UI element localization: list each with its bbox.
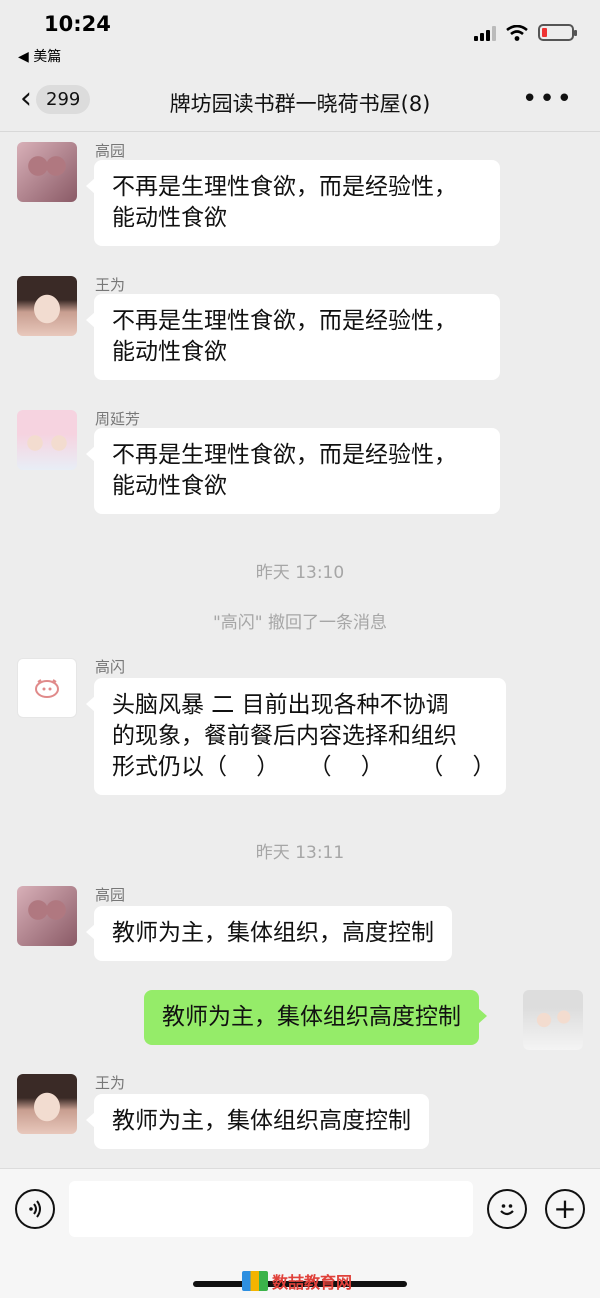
chat-title: 牌坊园读书群一晓荷书屋(8) xyxy=(169,92,431,116)
input-bar: + 数喆教育网 xyxy=(0,1168,600,1298)
avatar[interactable] xyxy=(17,276,77,336)
timestamp: 昨天 13:11 xyxy=(255,843,345,863)
timestamp: 昨天 13:10 xyxy=(255,563,345,583)
message-text: 教师为主，集体组织高度控制 xyxy=(112,1108,411,1134)
message-bubble[interactable]: 教师为主，集体组织，高度控制 xyxy=(86,906,452,961)
status-bar: 10:24 ◀ 美篇 xyxy=(0,0,600,70)
plus-icon: + xyxy=(553,1192,577,1225)
emoji-icon xyxy=(500,1204,514,1216)
message-text: 不再是生理性食欲，而是经验性， xyxy=(112,442,457,468)
avatar[interactable] xyxy=(17,658,77,718)
wifi-icon xyxy=(506,24,528,41)
avatar[interactable] xyxy=(17,142,77,202)
signal-icon xyxy=(474,25,496,41)
status-icons xyxy=(474,24,577,41)
avatar[interactable] xyxy=(17,1074,77,1134)
message-text: 形式仍以（ ） （ ） （ ） xyxy=(112,754,496,780)
message-text: 的现象，餐前餐后内容选择和组织 xyxy=(112,723,457,749)
book-logo-icon xyxy=(242,1271,268,1291)
pig-icon xyxy=(35,679,59,698)
sender-name: 周延芳 xyxy=(95,410,141,428)
more-options-icon[interactable]: ••• xyxy=(522,84,574,114)
message-list[interactable]: 高园 不再是生理性食欲，而是经验性， 能动性食欲 王为 不再是生理性食欲，而是经… xyxy=(0,132,600,1168)
sender-name: 高园 xyxy=(95,142,126,160)
voice-icon xyxy=(29,1200,41,1218)
battery-icon xyxy=(538,24,577,41)
watermark-logo: 数喆教育网 xyxy=(242,1269,352,1293)
sender-name: 王为 xyxy=(95,276,126,294)
voice-input-button[interactable] xyxy=(15,1189,55,1229)
sender-name: 王为 xyxy=(95,1074,126,1092)
status-time: 10:24 xyxy=(44,12,111,36)
message-text: 能动性食欲 xyxy=(112,473,227,499)
sender-name: 高闪 xyxy=(95,658,126,676)
avatar[interactable] xyxy=(17,886,77,946)
message-bubble-mine[interactable]: 教师为主，集体组织高度控制 xyxy=(144,990,487,1045)
message-text: 不再是生理性食欲，而是经验性， xyxy=(112,308,457,334)
back-to-app-link[interactable]: ◀ 美篇 xyxy=(18,46,61,66)
watermark-text: 数喆教育网 xyxy=(272,1273,353,1292)
message-bubble[interactable]: 不再是生理性食欲，而是经验性， 能动性食欲 xyxy=(86,428,500,514)
message-text: 能动性食欲 xyxy=(112,205,227,231)
message-text: 能动性食欲 xyxy=(112,339,227,365)
more-actions-button[interactable]: + xyxy=(545,1189,585,1229)
chat-header: ‹ 299 牌坊园读书群一晓荷书屋(8) ••• xyxy=(0,70,600,132)
message-text: 不再是生理性食欲，而是经验性， xyxy=(112,174,457,200)
recall-notice: "高闪" 撤回了一条消息 xyxy=(212,613,388,633)
message-bubble[interactable]: 头脑风暴 二 目前出现各种不协调 的现象，餐前餐后内容选择和组织 形式仍以（ ）… xyxy=(86,678,506,795)
message-bubble[interactable]: 不再是生理性食欲，而是经验性， 能动性食欲 xyxy=(86,294,500,380)
sender-name: 高园 xyxy=(95,886,126,904)
avatar[interactable] xyxy=(17,410,77,470)
message-input[interactable] xyxy=(69,1181,473,1237)
message-text: 头脑风暴 二 目前出现各种不协调 xyxy=(112,692,449,718)
my-avatar[interactable] xyxy=(523,990,583,1050)
message-bubble[interactable]: 教师为主，集体组织高度控制 xyxy=(86,1094,429,1149)
emoji-button[interactable] xyxy=(487,1189,527,1229)
message-text: 教师为主，集体组织，高度控制 xyxy=(112,920,434,946)
message-text: 教师为主，集体组织高度控制 xyxy=(162,1004,461,1030)
message-bubble[interactable]: 不再是生理性食欲，而是经验性， 能动性食欲 xyxy=(86,160,500,246)
